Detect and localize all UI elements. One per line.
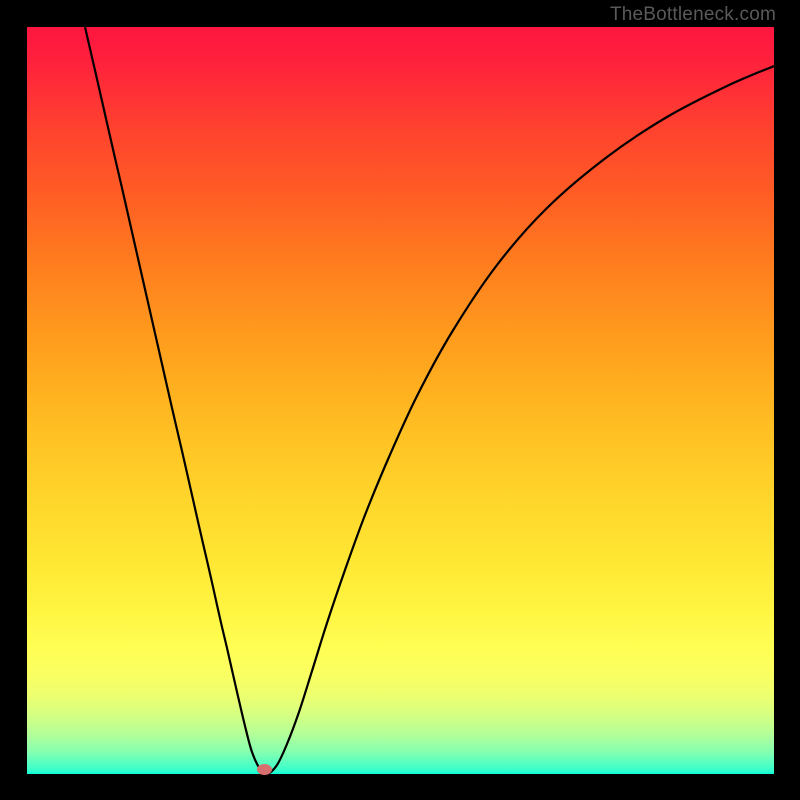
watermark-text: TheBottleneck.com — [610, 4, 776, 26]
chart-frame — [27, 27, 774, 774]
current-point-marker — [257, 764, 272, 775]
chart-plot-area — [27, 27, 774, 774]
bottleneck-curve — [27, 27, 774, 774]
